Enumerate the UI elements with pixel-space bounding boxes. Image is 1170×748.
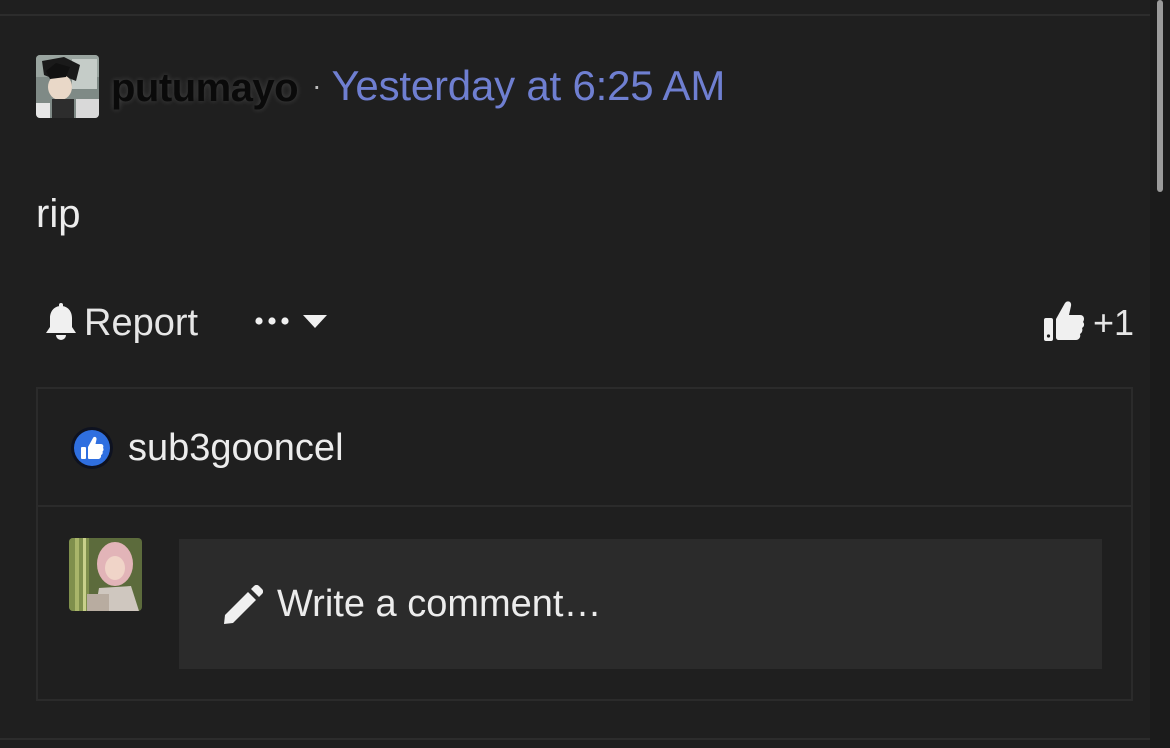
separator-dot: · — [312, 70, 322, 101]
post-timestamp[interactable]: Yesterday at 6:25 AM — [331, 62, 725, 110]
scrollbar[interactable] — [1150, 0, 1170, 748]
top-divider — [0, 14, 1150, 16]
post-actions: Report +1 — [44, 298, 1134, 348]
pencil-icon — [221, 584, 264, 627]
like-badge-icon — [70, 426, 114, 470]
like-area: +1 — [1043, 298, 1134, 348]
report-label: Report — [84, 301, 199, 344]
post-header: putumayo · Yesterday at 6:25 AM — [36, 54, 725, 118]
page: putumayo · Yesterday at 6:25 AM rip Repo… — [0, 0, 1170, 748]
comment-input[interactable]: Write a comment… — [179, 539, 1102, 669]
reacted-user-link[interactable]: sub3gooncel — [128, 427, 344, 470]
bottom-divider — [0, 738, 1150, 740]
like-count: +1 — [1092, 302, 1134, 343]
thumbs-up-icon[interactable] — [1043, 299, 1085, 348]
author-avatar[interactable] — [36, 54, 99, 118]
author-name[interactable]: putumayo — [111, 66, 299, 111]
chevron-down-icon — [302, 313, 328, 334]
more-options-button[interactable] — [254, 298, 328, 348]
comment-row: Write a comment… — [38, 507, 1131, 699]
current-user-avatar[interactable] — [69, 538, 142, 611]
reactions-box: sub3gooncel Write a comment… — [36, 387, 1133, 701]
comment-placeholder: Write a comment… — [277, 583, 602, 625]
reactions-row[interactable]: sub3gooncel — [38, 389, 1131, 507]
report-button[interactable]: Report — [44, 298, 198, 348]
post-body: rip — [36, 192, 81, 236]
ellipsis-icon — [254, 314, 294, 332]
scrollbar-thumb[interactable] — [1157, 0, 1163, 192]
bell-icon — [44, 303, 78, 343]
